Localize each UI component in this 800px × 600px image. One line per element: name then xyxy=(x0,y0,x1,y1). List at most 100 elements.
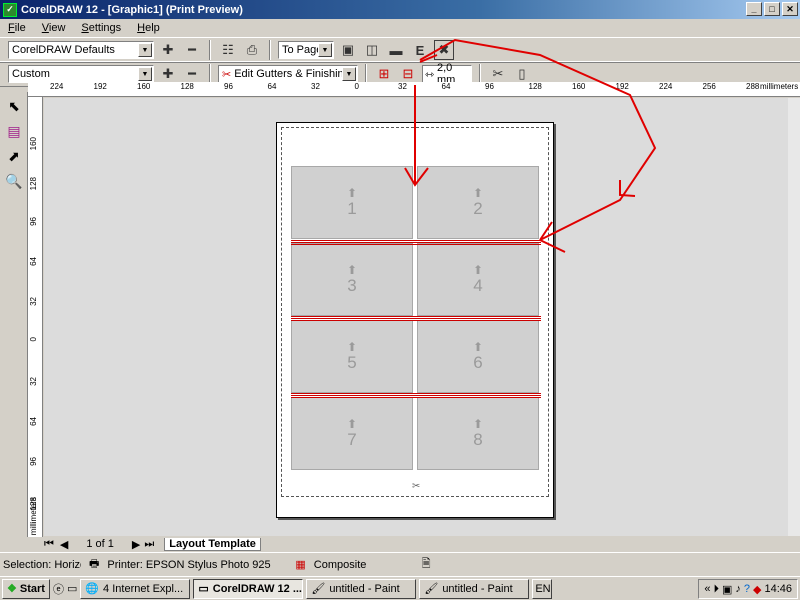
task-label: untitled - Paint xyxy=(329,582,400,595)
full-screen-icon[interactable]: ▣ xyxy=(338,40,358,60)
marks-placement-tool-icon[interactable]: ⬈ xyxy=(3,145,25,167)
network-icon[interactable]: ▣ xyxy=(722,583,732,596)
task-paint-2[interactable]: 🖌 untitled - Paint xyxy=(419,578,530,599)
chevron-down-icon[interactable]: ▼ xyxy=(342,67,356,81)
layout-cell[interactable]: ⬆ 6 xyxy=(417,320,539,393)
ruler-unit: millimeters xyxy=(29,497,38,536)
task-coreldraw[interactable]: ▭ CorelDRAW 12 ... xyxy=(193,578,304,599)
ruler-tick-label: 64 xyxy=(29,257,38,266)
layout-cell[interactable]: ⬆ 7 xyxy=(291,397,413,470)
quicklaunch-desktop-icon[interactable]: ▭ xyxy=(67,582,77,595)
invert-icon[interactable]: ▬ xyxy=(386,40,406,60)
menu-help[interactable]: Help xyxy=(137,22,160,34)
ruler-tick-label: 96 xyxy=(485,82,494,91)
orientation-arrow-icon: ⬆ xyxy=(346,185,358,200)
tab-layout-template[interactable]: Layout Template xyxy=(164,537,261,551)
window-icon: ▭ xyxy=(198,583,209,595)
start-button[interactable]: ❖ Start xyxy=(2,578,50,599)
ruler-tick-label: 256 xyxy=(702,82,716,91)
prev-page-icon[interactable]: ◀ xyxy=(60,538,68,551)
task-paint-1[interactable]: 🖌 untitled - Paint xyxy=(306,578,417,599)
layout-cell[interactable]: ⬆ 5 xyxy=(291,320,413,393)
volume-icon[interactable]: ♪ xyxy=(735,583,741,595)
antivirus-icon[interactable]: ◆ xyxy=(753,583,761,596)
remove-style-icon[interactable]: ━ xyxy=(182,40,202,60)
media-icon[interactable]: ⏵ xyxy=(713,583,719,596)
layout-cell[interactable]: ⬆ 3 xyxy=(291,243,413,316)
pick-tool-icon[interactable]: ⬉ xyxy=(3,95,25,117)
separations-icon[interactable]: ◫ xyxy=(362,40,382,60)
vertical-ruler: 160 128 96 64 32 0 32 64 96 128 millimeters xyxy=(28,97,43,537)
ruler-tick-label: 192 xyxy=(615,82,629,91)
add-layout-icon[interactable]: ✚ xyxy=(158,64,178,84)
ruler-unit: millimeters xyxy=(760,82,799,91)
close-button[interactable]: ✕ xyxy=(782,2,798,16)
chevron-down-icon[interactable]: ▼ xyxy=(138,43,152,57)
edit-gutters-dropdown[interactable]: ✂ Edit Gutters & Finishing ▼ xyxy=(218,65,358,83)
maximize-button[interactable]: □ xyxy=(764,2,780,16)
orientation-arrow-icon: ⬆ xyxy=(346,339,358,354)
ie-icon: 🌐 xyxy=(85,583,100,595)
ruler-tick-label: 96 xyxy=(29,457,38,466)
color-mode-status: Composite xyxy=(313,558,367,571)
print-options-icon[interactable]: ☷ xyxy=(218,40,238,60)
layout-cell[interactable]: ⬆ 4 xyxy=(417,243,539,316)
ruler-tick-label: 32 xyxy=(398,82,407,91)
zoom-value: To Page xyxy=(282,44,323,56)
gutter-spinner[interactable]: ⇿ 2,0 mm xyxy=(422,62,472,86)
first-page-icon[interactable]: ⏮ xyxy=(44,538,54,551)
printer-icon: 🖶 xyxy=(89,558,100,570)
print-style-value: CorelDRAW Defaults xyxy=(12,44,115,56)
task-internet-explorer[interactable]: 🌐 4 Internet Expl... xyxy=(80,578,191,599)
tray-arrow-icon[interactable]: « xyxy=(704,583,710,595)
gutter-size-icon: ⇿ xyxy=(425,68,435,81)
ruler-tick-label: 128 xyxy=(528,82,542,91)
horizontal-ruler: 224 192 160 128 96 64 32 0 32 64 96 128 160 192 224 256… xyxy=(28,82,800,97)
task-label: CorelDRAW 12 ... xyxy=(212,582,302,595)
ruler-tick-label: 288 xyxy=(746,82,760,91)
imposition-tool-icon[interactable]: ▤ xyxy=(3,120,25,142)
auto-spacing-icon[interactable]: ⊞ xyxy=(374,64,394,84)
orientation-arrow-icon: ⬆ xyxy=(472,339,484,354)
emulsion-icon[interactable]: E xyxy=(410,40,430,60)
task-label: 4 Internet Expl... xyxy=(103,582,184,595)
menu-settings[interactable]: Settings xyxy=(81,22,121,34)
ruler-tick-label: 32 xyxy=(29,297,38,306)
coreldraw-app-icon[interactable]: ✓ xyxy=(3,2,17,17)
chevron-down-icon[interactable]: ▼ xyxy=(318,43,332,57)
language-indicator[interactable]: EN xyxy=(532,578,553,599)
equal-gutters-icon[interactable]: ⊟ xyxy=(398,64,418,84)
print-icon[interactable]: ⎙ xyxy=(242,40,262,60)
quicklaunch-ie-icon[interactable]: ⓔ xyxy=(53,581,64,597)
menu-file[interactable]: File xyxy=(8,22,26,34)
help-icon[interactable]: ? xyxy=(744,583,750,595)
scissors-icon: ✂ xyxy=(412,481,421,492)
orientation-arrow-icon: ⬆ xyxy=(472,416,484,431)
menu-view[interactable]: View xyxy=(42,22,66,34)
vertical-scrollbar[interactable] xyxy=(788,98,800,536)
layout-cell[interactable]: ⬆ 1 xyxy=(291,166,413,239)
selection-status: Selection: Horizon... xyxy=(3,558,81,571)
chevron-down-icon[interactable]: ▼ xyxy=(138,67,152,81)
gutter-line xyxy=(291,316,541,321)
close-preview-icon[interactable]: ✖ xyxy=(434,40,454,60)
cell-number: 7 xyxy=(347,429,357,449)
print-style-dropdown[interactable]: CorelDRAW Defaults ▼ xyxy=(8,41,154,59)
zoom-dropdown[interactable]: To Page ▼ xyxy=(278,41,334,59)
next-page-icon[interactable]: ▶ xyxy=(132,538,140,551)
ruler-tick-label: 128 xyxy=(180,82,194,91)
minimize-button[interactable]: _ xyxy=(746,2,762,16)
cut-marks-icon[interactable]: ✂ xyxy=(488,64,508,84)
remove-layout-icon[interactable]: ━ xyxy=(182,64,202,84)
layout-cell[interactable]: ⬆ 2 xyxy=(417,166,539,239)
layout-cell[interactable]: ⬆ 8 xyxy=(417,397,539,470)
ruler-tick-label: 96 xyxy=(29,217,38,226)
bleed-icon[interactable]: ▯ xyxy=(512,64,532,84)
ruler-tick-label: 160 xyxy=(137,82,151,91)
orientation-arrow-icon: ⬆ xyxy=(472,185,484,200)
zoom-tool-icon[interactable]: 🔍 xyxy=(3,170,25,192)
toolbar-separator xyxy=(209,40,211,60)
last-page-icon[interactable]: ⏭ xyxy=(144,538,154,551)
layout-dropdown[interactable]: Custom ▼ xyxy=(8,65,154,83)
add-style-icon[interactable]: ✚ xyxy=(158,40,178,60)
